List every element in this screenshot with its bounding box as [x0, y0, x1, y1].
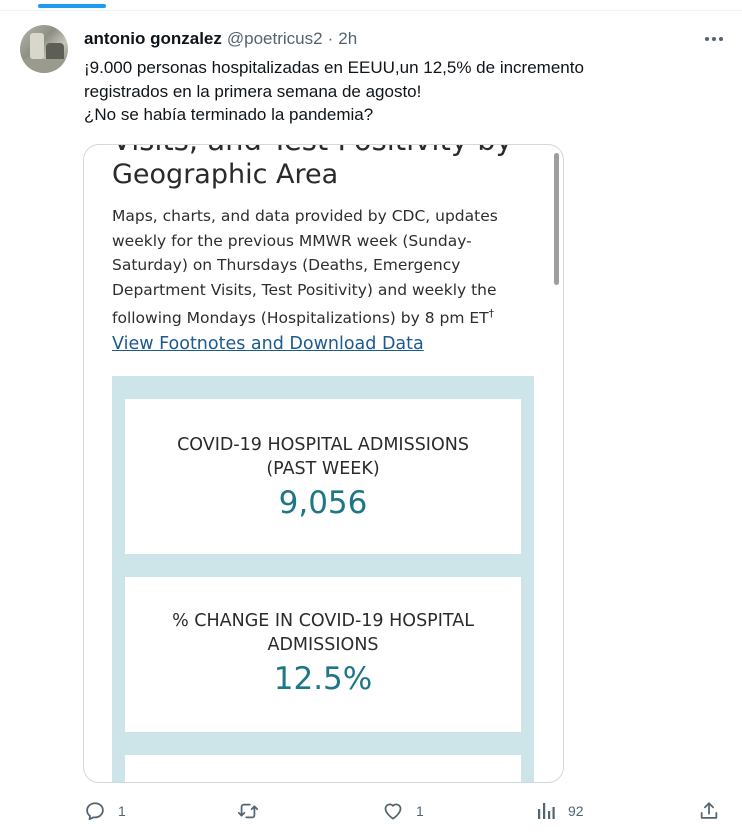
tab-indicator — [38, 4, 106, 8]
tweet-text-line: ¿No se había terminado la pandemia? — [84, 105, 374, 124]
stat-card-percent-change: % CHANGE IN COVID-19 HOSPITAL ADMISSIONS… — [125, 577, 521, 732]
tweet-text: ¡9.000 personas hospitalizadas en EEUU,u… — [84, 56, 724, 127]
tweet-header: antonio gonzalez @poetricus2 · 2h — [84, 29, 357, 49]
description-line: following Mondays (Hospitalizations) by … — [112, 309, 489, 328]
heart-icon — [384, 803, 402, 820]
views-count: 92 — [568, 803, 584, 819]
timestamp[interactable]: 2h — [338, 29, 357, 49]
header-separator: · — [327, 29, 334, 48]
stat-title-line: % CHANGE IN COVID-19 HOSPITAL — [172, 611, 474, 631]
footnotes-link[interactable]: View Footnotes and Download Data — [112, 334, 424, 354]
user-handle[interactable]: @poetricus2 — [227, 29, 323, 49]
top-divider — [0, 10, 742, 11]
avatar[interactable] — [20, 25, 68, 73]
dagger-footnote-mark: † — [488, 307, 495, 320]
cut-off-heading: Visits, and Test Positivity by — [112, 145, 513, 157]
description-line: weekly for the previous MMWR week (Sunda… — [112, 231, 472, 250]
stat-title-line: COVID-19 HOSPITAL ADMISSIONS — [177, 435, 469, 455]
more-horizontal-icon — [705, 37, 723, 41]
retweet-icon — [237, 803, 259, 819]
display-name[interactable]: antonio gonzalez — [84, 29, 222, 49]
stat-title: COVID-19 HOSPITAL ADMISSIONS (PAST WEEK) — [125, 433, 521, 481]
stat-title-line: ADMISSIONS — [267, 635, 379, 655]
tweet-actions: 1 1 92 — [0, 795, 742, 827]
description-line: Saturday) on Thursdays (Deaths, Emergenc… — [112, 256, 461, 274]
reply-button[interactable]: 1 — [84, 795, 126, 827]
description-line: Department Visits, Test Positivity) and … — [112, 280, 497, 299]
share-icon — [700, 802, 718, 819]
retweet-button[interactable] — [236, 795, 272, 827]
stat-value: 12.5% — [273, 661, 373, 697]
media-screenshot[interactable]: Visits, and Test Positivity by Geographi… — [83, 144, 564, 783]
reply-icon — [86, 802, 104, 821]
stats-panel: COVID-19 HOSPITAL ADMISSIONS (PAST WEEK)… — [112, 376, 534, 782]
stat-title: % CHANGE IN COVID-19 HOSPITAL ADMISSIONS — [125, 609, 521, 657]
description: Maps, charts, and data provided by CDC, … — [112, 204, 532, 331]
reply-count: 1 — [118, 803, 126, 819]
section-heading: Geographic Area — [112, 159, 339, 190]
analytics-icon — [538, 803, 555, 819]
stat-title-line: (PAST WEEK) — [266, 459, 380, 479]
stat-card-partial — [125, 755, 521, 782]
scrollbar-thumb[interactable] — [554, 153, 559, 285]
like-button[interactable]: 1 — [382, 795, 424, 827]
description-line: Maps, charts, and data provided by CDC, … — [112, 207, 498, 225]
stat-card-hospital-admissions: COVID-19 HOSPITAL ADMISSIONS (PAST WEEK)… — [125, 399, 521, 554]
description-line-last: following Mondays (Hospitalizations) by … — [112, 302, 532, 331]
tweet-text-line: ¡9.000 personas hospitalizadas en EEUU,u… — [84, 58, 584, 77]
tweet-text-line: registrados en la primera semana de agos… — [84, 81, 422, 101]
more-options-button[interactable] — [697, 26, 731, 52]
stat-value: 9,056 — [278, 485, 368, 521]
like-count: 1 — [416, 803, 424, 819]
views-button[interactable]: 92 — [536, 795, 584, 827]
share-button[interactable] — [698, 795, 720, 827]
